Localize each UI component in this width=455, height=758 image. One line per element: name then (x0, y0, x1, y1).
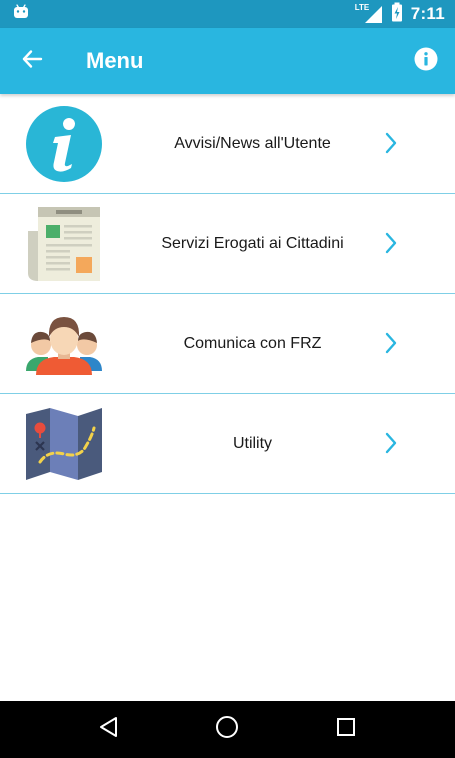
menu-item-comunica-frz[interactable]: Comunica con FRZ (0, 294, 455, 394)
status-bar: LTE 7:11 (0, 0, 455, 28)
android-icon (12, 3, 30, 26)
page-title: Menu (86, 48, 144, 73)
chevron-right-icon (379, 331, 403, 355)
signal-icon: LTE (355, 3, 383, 24)
nav-back-button[interactable] (89, 710, 129, 750)
menu-item-label: Avvisi/News all'Utente (174, 134, 331, 152)
recents-square-icon (335, 716, 357, 743)
people-group-icon (24, 305, 104, 383)
chevron-right-icon (379, 431, 403, 455)
menu-item-label: Servizi Erogati ai Cittadini (161, 234, 344, 252)
menu-item-label: Utility (232, 434, 273, 452)
info-circle-icon (24, 105, 104, 183)
battery-charging-icon (391, 2, 403, 27)
home-circle-icon (215, 715, 239, 744)
info-button[interactable] (411, 46, 441, 76)
back-button[interactable] (14, 43, 50, 79)
chevron-right-icon (379, 131, 403, 155)
chevron-right-icon (379, 231, 403, 255)
network-type-label: LTE (354, 3, 370, 12)
menu-item-servizi-erogati[interactable]: Servizi Erogati ai Cittadini (0, 194, 455, 294)
newspaper-icon (24, 205, 104, 283)
app-screen: LTE 7:11 Menu Avvisi/News all'Utente Ser… (0, 0, 455, 758)
navigation-bar (0, 701, 455, 758)
menu-item-utility[interactable]: Utility (0, 394, 455, 494)
arrow-back-icon (21, 48, 43, 75)
menu-item-label: Comunica con FRZ (183, 334, 322, 352)
app-bar: Menu (0, 28, 455, 94)
back-triangle-icon (98, 716, 120, 743)
nav-home-button[interactable] (207, 710, 247, 750)
nav-recents-button[interactable] (326, 710, 366, 750)
menu-list: Avvisi/News all'Utente Servizi Erogati a… (0, 94, 455, 494)
info-icon (414, 47, 438, 76)
status-time: 7:11 (410, 4, 445, 23)
menu-item-avvisi-news[interactable]: Avvisi/News all'Utente (0, 94, 455, 194)
treasure-map-icon (24, 405, 104, 483)
